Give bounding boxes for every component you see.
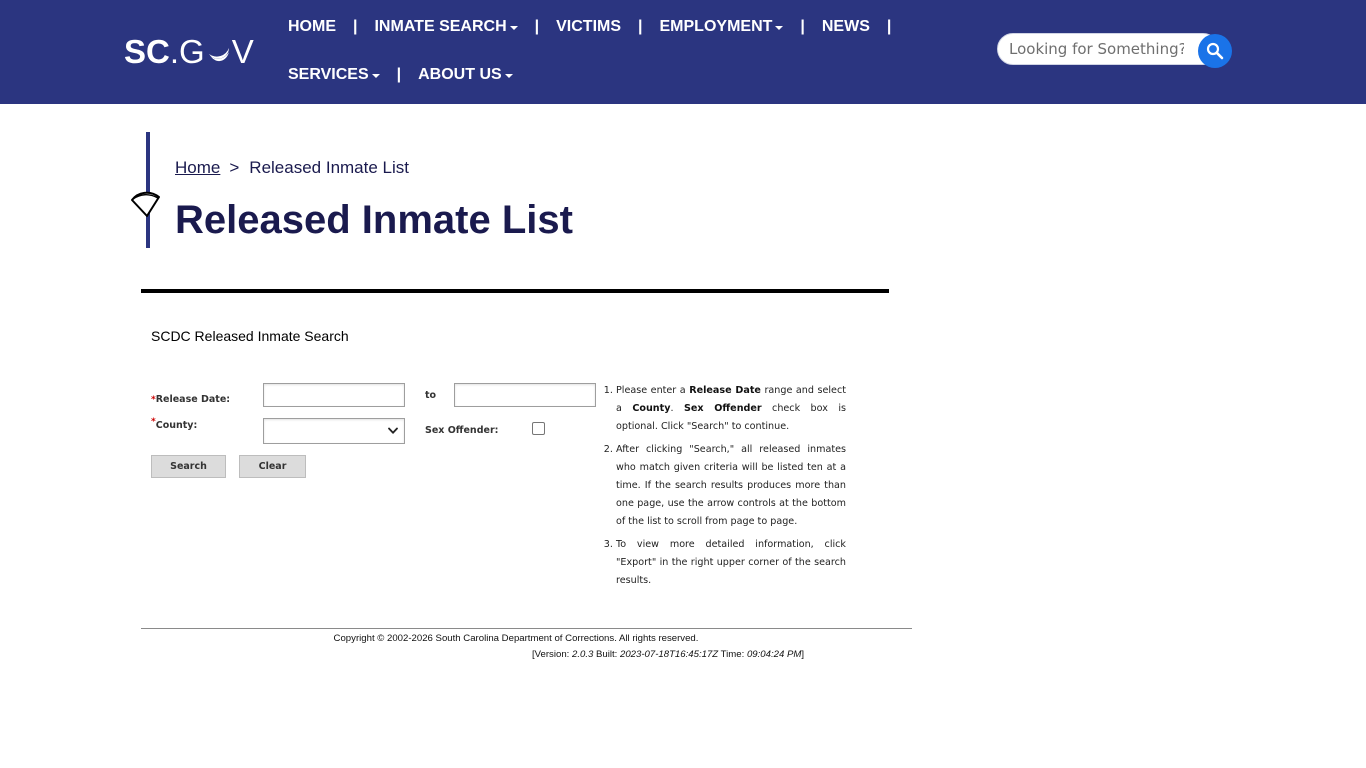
instr1-a: Please enter a [616,385,690,396]
logo-dot-text: . [169,33,180,70]
to-label: to [425,390,437,401]
version-info: [Version: 2.0.3 Built: 2023-07-18T16:45:… [141,647,1195,663]
nav-news-label: NEWS [821,18,870,35]
nav-separator: | [534,18,540,35]
release-date-label-text: Release Date: [155,394,231,405]
version-number: 2.0.3 [571,649,594,660]
sex-offender-checkbox[interactable] [532,422,545,435]
nav-home[interactable]: HOME [288,13,336,41]
main-nav-row-2: SERVICES | ABOUT US [288,61,513,89]
time-value: 09:04:24 PM [746,649,802,660]
instr1-sex-offender: Sex Offender [683,403,762,414]
nav-victims[interactable]: VICTIMS [556,13,621,41]
county-label-text: County: [155,420,198,431]
instr1-release-date: Release Date [689,385,761,396]
required-marker: * [151,417,156,427]
instruction-item: After clicking "Search," all released in… [616,441,846,531]
breadcrumb-current: Released Inmate List [249,158,409,177]
site-search [997,33,1235,68]
search-icon [1206,42,1224,60]
nav-home-label: HOME [288,18,336,35]
instr1-d: . [670,403,684,414]
clear-button[interactable]: Clear [239,455,306,478]
footer-divider [141,628,912,629]
release-date-to-input[interactable] [454,383,596,407]
search-button[interactable]: Search [151,455,226,478]
caret-down-icon [775,25,784,30]
logo-sc-text: SC [124,33,170,70]
nav-inmate-search-label: INMATE SEARCH [374,18,507,35]
version-prefix: [Version: [531,649,572,660]
chevron-down-icon [388,427,398,434]
nav-employment-label: EMPLOYMENT [659,18,773,35]
nav-separator: | [886,18,892,35]
site-header: SC . G V HOME | INMATE SEARCH | VICTIMS … [0,0,1366,104]
site-search-input[interactable] [997,33,1219,65]
instr1-county: County [632,403,671,414]
title-divider [141,289,889,293]
logo-gov-text: G V [179,34,255,70]
crescent-moon-icon [208,48,229,62]
nav-services[interactable]: SERVICES [288,61,380,89]
breadcrumb: Home > Released Inmate List [175,158,409,178]
release-date-label: *Release Date: [151,394,230,405]
nav-news[interactable]: NEWS [822,13,870,41]
nav-separator: | [800,18,805,35]
caret-down-icon [509,25,518,30]
release-date-from-input[interactable] [263,383,405,407]
built-timestamp: 2023-07-18T16:45:17Z [620,649,719,660]
instruction-item: Please enter a Release Date range and se… [616,382,846,436]
breadcrumb-home-link[interactable]: Home [175,158,220,178]
county-select[interactable] [263,418,405,444]
palmetto-tree-icon [131,191,160,217]
nav-inmate-search[interactable]: INMATE SEARCH [374,13,518,41]
breadcrumb-separator: > [229,158,240,177]
caret-down-icon [371,73,380,78]
main-nav-row-1: HOME | INMATE SEARCH | VICTIMS | EMPLOYM… [288,13,908,41]
instruction-item: To view more detailed information, click… [616,536,846,590]
nav-employment[interactable]: EMPLOYMENT [660,13,784,41]
nav-separator: | [353,18,358,35]
version-suffix: ] [801,649,805,660]
caret-down-icon [504,73,513,78]
nav-services-label: SERVICES [288,66,369,83]
logo-g-letter: G [179,33,206,70]
time-label: Time: [718,649,747,660]
nav-victims-label: VICTIMS [556,18,622,35]
form-heading: SCDC Released Inmate Search [151,328,349,344]
sex-offender-label: Sex Offender: [425,425,499,436]
scgov-logo[interactable]: SC . G V [124,34,255,70]
nav-separator: | [396,66,402,83]
site-search-button[interactable] [1198,34,1232,68]
page-title: Released Inmate List [175,198,573,242]
search-instructions: Please enter a Release Date range and se… [603,382,846,595]
copyright-text: Copyright © 2002-2026 South Carolina Dep… [333,633,699,644]
nav-about-us[interactable]: ABOUT US [418,61,513,89]
county-label: *County: [151,417,198,431]
nav-separator: | [638,18,643,35]
logo-v-letter: V [231,33,255,70]
nav-about-us-label: ABOUT US [418,66,502,83]
built-label: Built: [593,649,620,660]
